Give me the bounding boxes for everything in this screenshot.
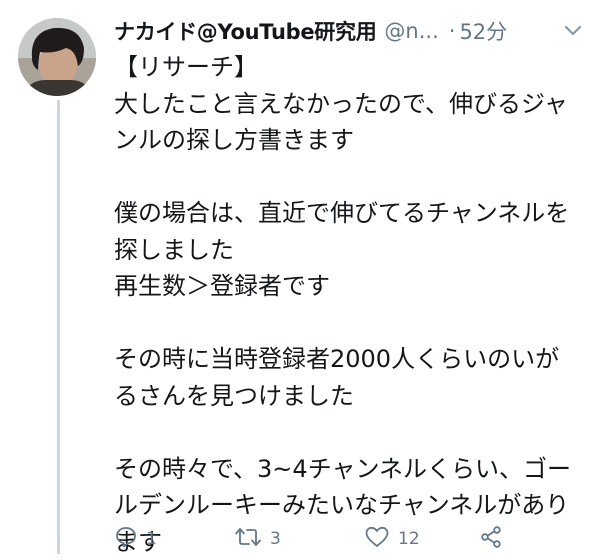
tweet-text-line: その時に当時登録者2000人くらいのいが <box>114 341 592 378</box>
retweet-icon <box>234 525 262 553</box>
like-button[interactable]: 12 <box>364 525 479 553</box>
tweet-actions-bar: 1 3 12 <box>114 524 514 554</box>
share-button[interactable] <box>479 525 503 553</box>
tweet-text: 【リサーチ】 大したこと言えなかったので、伸びるジャ ンルの探し方書きます 僕の… <box>114 49 592 560</box>
avatar[interactable] <box>18 18 96 96</box>
tweet-text-line: 僕の場合は、直近で伸びてるチャンネルを <box>114 195 592 232</box>
retweet-count: 3 <box>270 529 281 549</box>
like-count: 12 <box>398 529 420 549</box>
header-separator: · <box>449 19 456 43</box>
tweet-text-line: ルデンルーキーみたいなチャンネルがあり <box>114 487 592 524</box>
heart-icon <box>364 525 390 553</box>
tweet-text-line: 【リサーチ】 <box>114 49 592 86</box>
timestamp[interactable]: 52分 <box>459 16 507 46</box>
chevron-down-icon[interactable] <box>560 18 586 44</box>
reply-icon <box>114 525 138 553</box>
share-icon <box>479 525 503 553</box>
tweet-text-line: ンルの探し方書きます <box>114 122 592 159</box>
thread-connector-line <box>57 100 60 554</box>
author-handle[interactable]: @n... <box>384 19 438 43</box>
tweet-text-line: 再生数＞登録者です <box>114 268 592 305</box>
avatar-photo <box>18 18 96 96</box>
tweet-text-line <box>114 305 592 342</box>
tweet-text-line <box>114 159 592 196</box>
reply-button[interactable]: 1 <box>114 525 234 553</box>
tweet-text-line: るさんを見つけました <box>114 378 592 415</box>
tweet-text-line: その時々で、3~4チャンネルくらい、ゴー <box>114 451 592 488</box>
tweet-header: ナカイド@YouTube研究用 @n... · 52分 <box>114 14 586 48</box>
retweet-button[interactable]: 3 <box>234 525 364 553</box>
tweet-text-line: 大したこと言えなかったので、伸びるジャ <box>114 86 592 123</box>
reply-count: 1 <box>146 529 157 549</box>
tweet-text-line: 探しました <box>114 232 592 269</box>
author-name[interactable]: ナカイド@YouTube研究用 <box>114 16 376 46</box>
tweet-text-line <box>114 414 592 451</box>
